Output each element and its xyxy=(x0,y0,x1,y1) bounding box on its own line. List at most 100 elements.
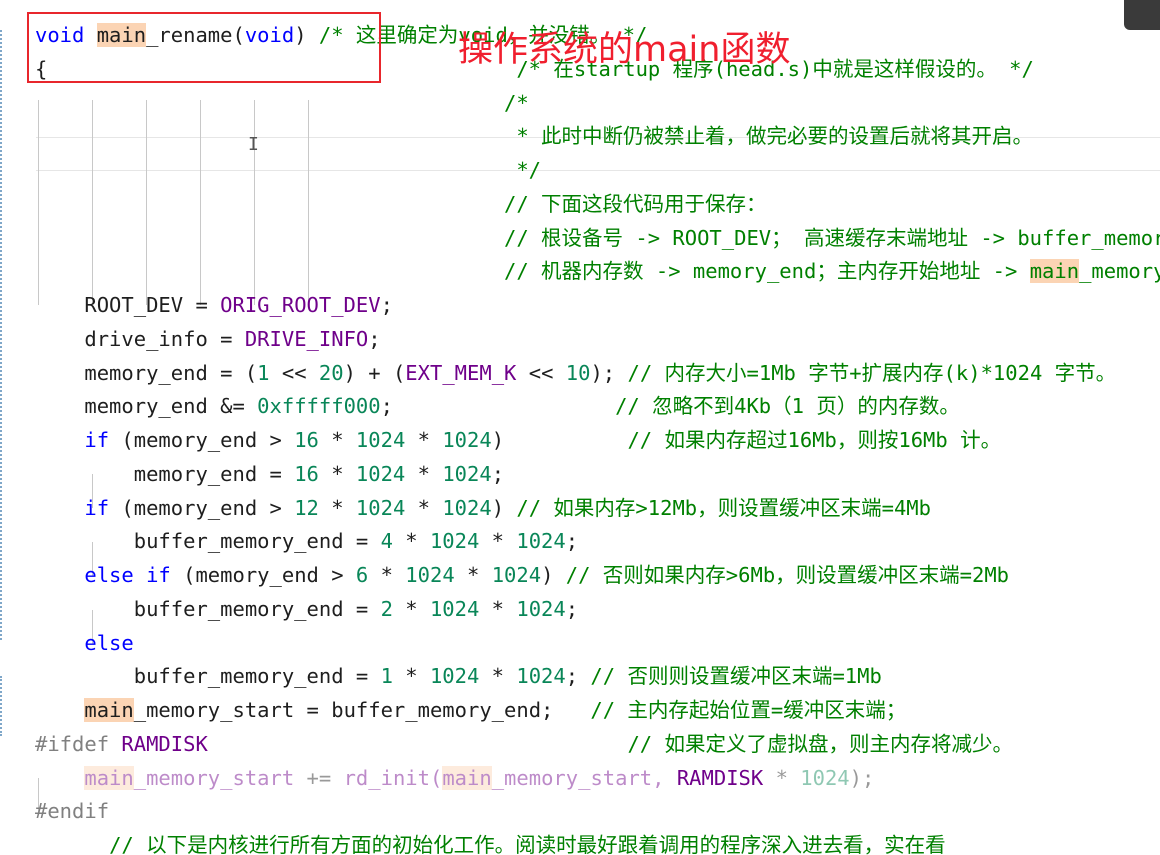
code-token: 16 xyxy=(294,461,319,486)
code-token: * xyxy=(405,461,443,486)
code-line[interactable]: * 此时中断仍被禁止着，做完必要的设置后就将其开启。 xyxy=(35,119,1033,153)
code-token: drive_info = xyxy=(35,326,245,351)
code-token: _memory_start xyxy=(133,765,295,790)
code-token: * xyxy=(318,428,356,452)
code-token: 1024 xyxy=(516,596,566,621)
code-line[interactable]: #ifdef RAMDISK // 如果定义了虚拟盘，则主内存将减少。 xyxy=(35,727,1013,761)
code-line[interactable]: else if (memory_end > 6 * 1024 * 1024) /… xyxy=(35,558,1009,592)
code-token: 1024 xyxy=(800,765,850,790)
code-token: * xyxy=(405,495,443,520)
text-cursor-icon: I xyxy=(248,134,259,155)
code-token: << xyxy=(516,360,566,385)
code-line[interactable]: memory_end = 16 * 1024 * 1024; xyxy=(35,457,504,491)
code-token: 4 xyxy=(380,529,393,554)
code-token: (memory_end > xyxy=(170,563,356,587)
code-line[interactable]: // 下面这段代码用于保存： xyxy=(35,187,767,221)
code-line[interactable]: // 根设备号 -> ROOT_DEV； 高速缓存末端地址 -> buffer_… xyxy=(35,221,1160,255)
code-token: // 忽略不到4Kb（1 页）的内存数。 xyxy=(615,394,960,419)
code-token: * xyxy=(318,461,356,486)
code-token: 1024 xyxy=(429,664,480,689)
code-token: */ xyxy=(516,158,542,182)
code-token: 1024 xyxy=(355,428,406,452)
code-token: memory_end &= xyxy=(35,394,258,419)
code-token: DRIVE_INFO xyxy=(244,326,369,351)
code-token: main xyxy=(84,765,134,790)
code-line[interactable]: // 机器内存数 -> memory_end；主内存开始地址 -> main_m… xyxy=(35,254,1160,288)
code-token: * xyxy=(405,428,443,452)
code-token: buffer_memory_end = xyxy=(35,664,381,689)
code-token: * xyxy=(392,529,430,554)
code-line[interactable]: if (memory_end > 12 * 1024 * 1024) // 如果… xyxy=(35,491,931,525)
code-token: (memory_end > xyxy=(109,428,295,452)
code-token: ); xyxy=(590,360,628,385)
code-line[interactable]: */ xyxy=(35,153,541,187)
code-token: ; xyxy=(380,293,393,317)
corner-thumbnail xyxy=(1124,0,1160,30)
code-token: // 根设备号 -> ROOT_DEV； 高速缓存末端地址 -> buffer_… xyxy=(504,225,1160,250)
code-token: 1024 xyxy=(429,596,480,621)
code-token: 2 xyxy=(380,596,393,621)
code-token: * xyxy=(479,529,517,554)
code-token: * xyxy=(479,596,517,621)
code-line[interactable]: if (memory_end > 16 * 1024 * 1024) // 如果… xyxy=(35,423,1001,457)
code-line[interactable]: #endif xyxy=(35,794,109,828)
code-token: // 主内存起始位置=缓冲区末端； xyxy=(590,698,907,722)
code-token: ) xyxy=(491,495,517,520)
code-token: // 否则则设置缓冲区末端=1Mb xyxy=(590,664,882,689)
code-token: RAMDISK xyxy=(121,731,208,756)
code-line[interactable]: // 以下是内核进行所有方面的初始化工作。阅读时最好跟着调用的程序深入进去看，实… xyxy=(35,828,946,855)
code-editor[interactable]: void main_rename(void) /* 这里确定为void，并没错。… xyxy=(0,0,1160,855)
code-line[interactable]: ROOT_DEV = ORIG_ROOT_DEV; xyxy=(35,288,393,322)
code-token: * xyxy=(368,563,406,587)
code-token: ; xyxy=(565,529,579,554)
code-token: // 否则如果内存>6Mb，则设置缓冲区末端=2Mb xyxy=(565,563,1010,587)
code-line[interactable]: buffer_memory_end = 4 * 1024 * 1024; xyxy=(35,524,578,558)
code-line[interactable]: buffer_memory_end = 1 * 1024 * 1024; // … xyxy=(35,659,882,693)
code-token: // 下面这段代码用于保存： xyxy=(504,191,767,216)
left-edge-marker xyxy=(0,30,2,640)
code-token: 16 xyxy=(294,428,319,452)
code-token: * xyxy=(318,495,356,520)
code-token: << xyxy=(269,360,319,385)
code-token: main xyxy=(1029,259,1080,284)
code-token: ) xyxy=(541,563,566,587)
code-line[interactable]: memory_end = (1 << 20) + (EXT_MEM_K << 1… xyxy=(35,356,1116,390)
code-line[interactable]: main_memory_start = buffer_memory_end; /… xyxy=(35,693,906,727)
code-token: ; xyxy=(565,664,591,689)
code-line[interactable]: else xyxy=(35,626,133,660)
code-token: 1024 xyxy=(442,495,492,520)
annotation-label: 操作系统的main函数 xyxy=(458,30,791,70)
code-token: main xyxy=(442,765,492,790)
code-token: _memory_start； xyxy=(1079,259,1160,284)
code-token: 1024 xyxy=(355,461,406,486)
code-token: // 如果内存>12Mb，则设置缓冲区末端=4Mb xyxy=(516,495,931,520)
code-token: * xyxy=(763,765,801,790)
code-line[interactable]: buffer_memory_end = 2 * 1024 * 1024; xyxy=(35,592,578,626)
code-line[interactable]: drive_info = DRIVE_INFO; xyxy=(35,322,380,356)
code-token: memory_end = xyxy=(35,461,295,486)
code-token: ; xyxy=(565,596,579,621)
code-token: ) + ( xyxy=(343,360,406,385)
code-line[interactable]: memory_end &= 0xfffff000; // 忽略不到4Kb（1 页… xyxy=(35,389,960,423)
code-token: 1024 xyxy=(442,461,492,486)
code-token: /* xyxy=(504,90,529,115)
code-token: += xyxy=(294,765,344,790)
code-token: 1 xyxy=(380,664,393,689)
code-token: buffer_memory_end = xyxy=(35,596,381,621)
code-line[interactable]: /* xyxy=(35,86,529,120)
code-line[interactable]: main_memory_start += rd_init(main_memory… xyxy=(35,761,874,795)
code-token: 0xfffff000 xyxy=(257,394,381,419)
code-token: ) xyxy=(491,428,628,452)
